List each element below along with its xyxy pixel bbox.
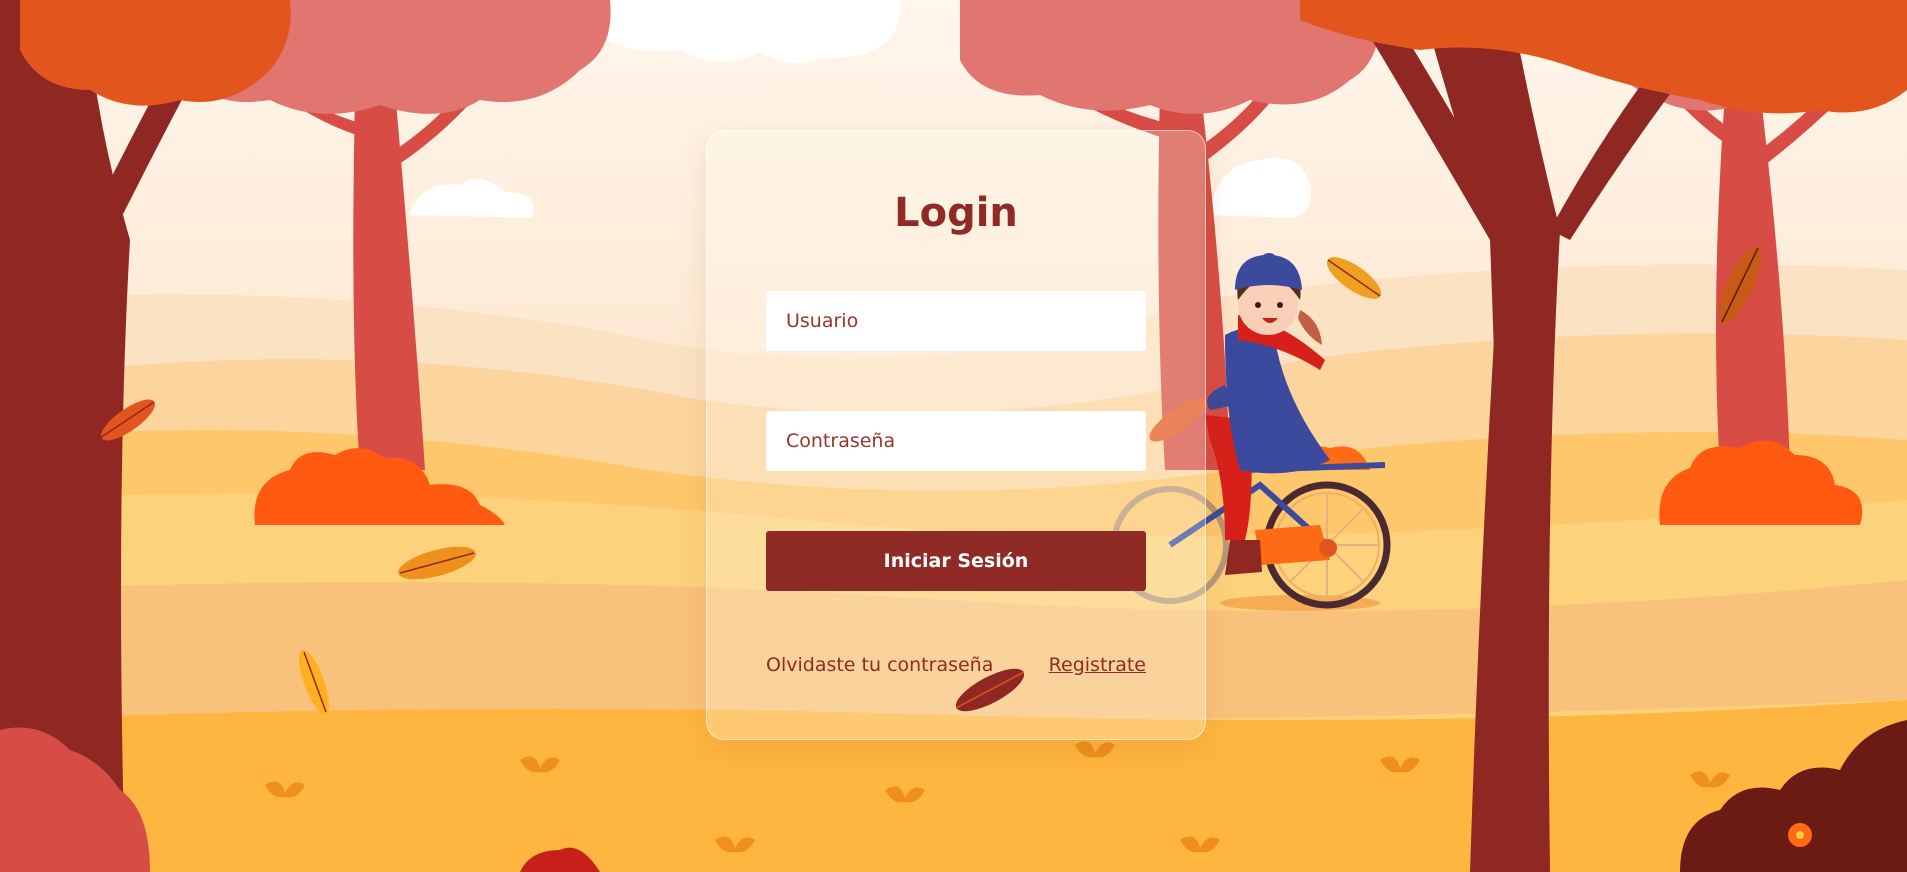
login-card: Login Iniciar Sesión Olvidaste tu contra… [706, 130, 1206, 740]
login-screen: Login Iniciar Sesión Olvidaste tu contra… [0, 0, 1907, 872]
username-input[interactable] [766, 291, 1146, 351]
password-input[interactable] [766, 411, 1146, 471]
login-button[interactable]: Iniciar Sesión [766, 531, 1146, 591]
login-title: Login [894, 190, 1018, 236]
forgot-password-link[interactable]: Olvidaste tu contraseña [766, 654, 993, 676]
register-link[interactable]: Registrate [1049, 654, 1146, 676]
